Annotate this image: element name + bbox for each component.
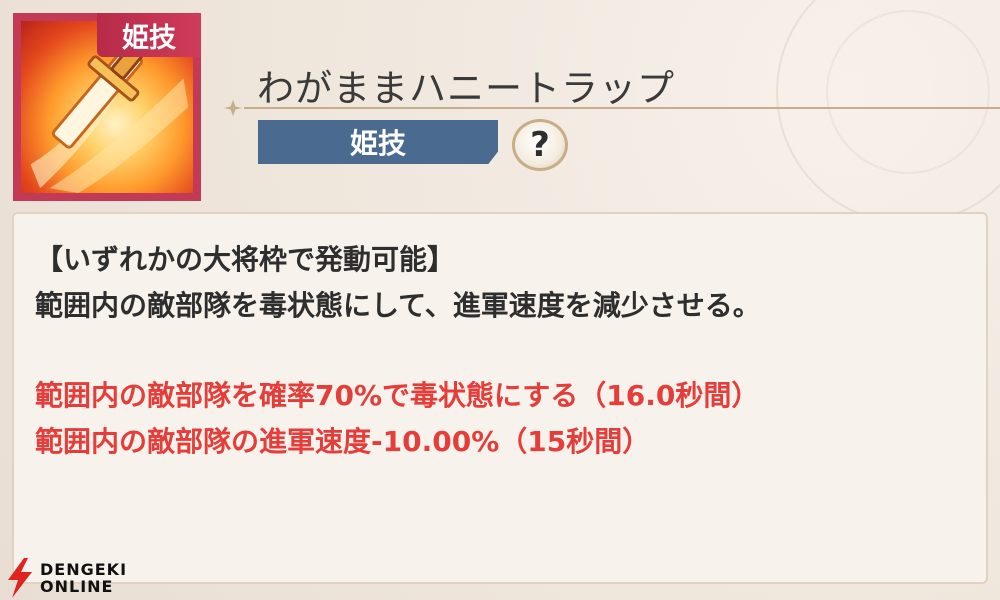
logo-text: ONLINE <box>40 577 114 596</box>
skill-icon: 姫技 <box>13 13 201 201</box>
skill-type-badge: 姫技 <box>258 120 498 164</box>
help-button[interactable]: ? <box>512 119 568 171</box>
background-ornament <box>826 10 990 174</box>
lightning-icon <box>8 558 32 598</box>
skill-summary: 範囲内の敵部隊を毒状態にして、進軍速度を減少させる。 <box>35 289 761 322</box>
title-divider <box>244 107 1000 109</box>
effect-line: 範囲内の敵部隊の進軍速度-10.00%（15秒間） <box>35 425 651 458</box>
ornament-icon <box>224 100 242 116</box>
effect-line: 範囲内の敵部隊を確率70%で毒状態にする（16.0秒間） <box>35 379 760 412</box>
dengeki-online-logo: DENGEKI ONLINE <box>2 558 132 600</box>
skill-category-tag: 姫技 <box>97 13 201 57</box>
activation-condition: 【いずれかの大将枠で発動可能】 <box>35 243 456 276</box>
skill-title: わがままハニートラップ <box>257 67 675 110</box>
